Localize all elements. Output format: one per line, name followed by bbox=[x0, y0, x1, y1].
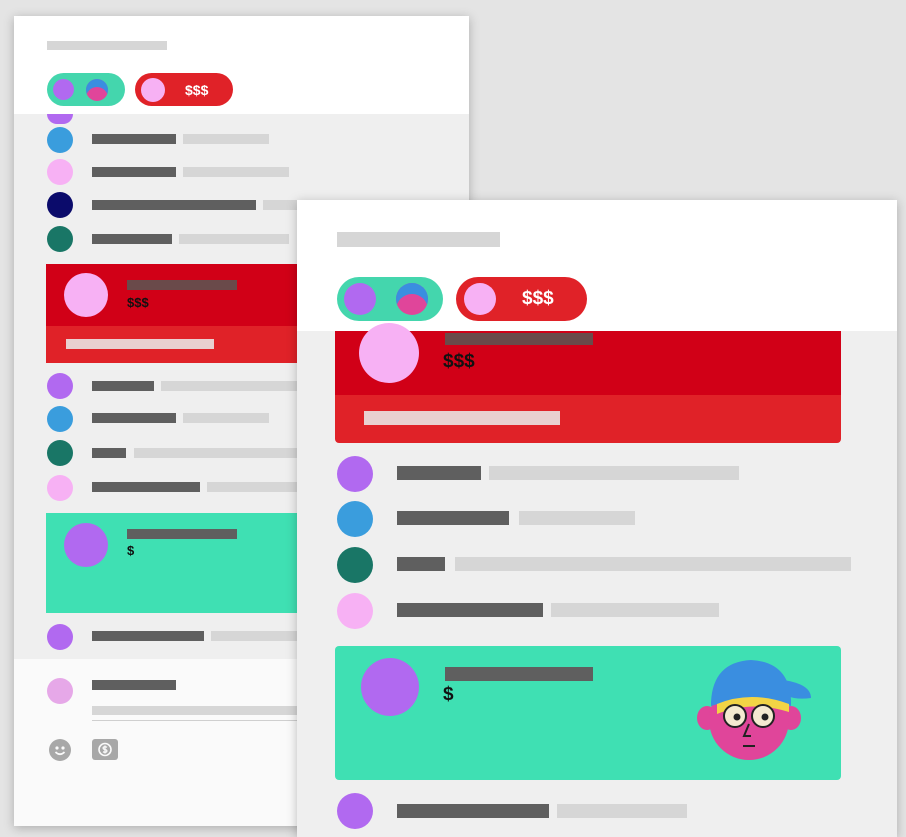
author-name bbox=[92, 631, 204, 641]
avatar bbox=[47, 127, 73, 153]
message-text bbox=[161, 381, 301, 391]
avatar bbox=[47, 192, 73, 218]
message-text bbox=[551, 603, 719, 617]
price-label: $$$ bbox=[522, 288, 554, 309]
author-name bbox=[127, 529, 237, 539]
emoji-icon[interactable] bbox=[49, 739, 71, 761]
author-name bbox=[92, 413, 176, 423]
super-chat-chip[interactable]: $$$ bbox=[135, 73, 233, 106]
dollar-icon[interactable] bbox=[92, 739, 118, 760]
avatar bbox=[337, 456, 373, 492]
amount: $ bbox=[127, 543, 135, 558]
author-name bbox=[92, 680, 176, 690]
author-name bbox=[92, 482, 200, 492]
character-avatar-icon bbox=[396, 283, 428, 315]
chat-title-placeholder bbox=[47, 41, 167, 50]
super-chat-chip[interactable]: $$$ bbox=[456, 277, 587, 321]
input-underline bbox=[92, 720, 302, 721]
author-name bbox=[445, 333, 593, 345]
avatar bbox=[337, 793, 373, 829]
message-text bbox=[455, 557, 851, 571]
message-text bbox=[557, 804, 687, 818]
author-name bbox=[127, 280, 237, 290]
chat-title-placeholder bbox=[337, 232, 500, 247]
super-chat-card-green: $ bbox=[46, 513, 308, 613]
message-text bbox=[183, 134, 269, 144]
message-text bbox=[207, 482, 297, 492]
chat-header: $$$ bbox=[14, 16, 469, 114]
character-illustration bbox=[697, 660, 811, 760]
author-name bbox=[397, 603, 543, 617]
message-text bbox=[179, 234, 289, 244]
message-text bbox=[183, 413, 269, 423]
message-text bbox=[489, 466, 739, 480]
amount: $ bbox=[443, 684, 454, 705]
message-text bbox=[66, 339, 214, 349]
chat-panel-front: $$$ $$$ $ bbox=[297, 200, 897, 837]
character-avatar-icon bbox=[86, 78, 108, 101]
author-name bbox=[397, 804, 549, 818]
message-text bbox=[134, 448, 300, 458]
message-input[interactable] bbox=[92, 706, 302, 715]
author-name bbox=[397, 557, 445, 571]
message-text bbox=[519, 511, 635, 525]
avatar bbox=[359, 323, 419, 383]
avatar bbox=[361, 658, 419, 716]
super-chat-card-green: $ bbox=[335, 646, 841, 780]
membership-chip[interactable] bbox=[47, 73, 125, 106]
avatar bbox=[337, 547, 373, 583]
price-label: $$$ bbox=[185, 81, 209, 98]
message-text bbox=[364, 411, 560, 425]
avatar bbox=[337, 501, 373, 537]
avatar bbox=[337, 593, 373, 629]
avatar bbox=[53, 79, 74, 100]
message-text bbox=[211, 631, 301, 641]
author-name bbox=[92, 167, 176, 177]
avatar bbox=[47, 440, 73, 466]
super-chat-card: $$$ bbox=[46, 264, 306, 363]
avatar bbox=[64, 273, 108, 317]
avatar bbox=[344, 283, 376, 315]
author-name bbox=[397, 466, 481, 480]
avatar bbox=[47, 406, 73, 432]
avatar bbox=[47, 475, 73, 501]
avatar bbox=[464, 283, 496, 315]
avatar bbox=[47, 159, 73, 185]
avatar bbox=[47, 624, 73, 650]
avatar bbox=[47, 114, 73, 124]
avatar bbox=[64, 523, 108, 567]
avatar bbox=[47, 373, 73, 399]
amount: $$$ bbox=[443, 351, 475, 372]
author-name bbox=[445, 667, 593, 681]
avatar bbox=[47, 226, 73, 252]
avatar bbox=[47, 678, 73, 704]
membership-chip[interactable] bbox=[337, 277, 443, 321]
avatar bbox=[141, 77, 165, 102]
chat-header: $$$ bbox=[297, 200, 897, 331]
super-chat-card: $$$ bbox=[335, 323, 841, 443]
author-name bbox=[92, 234, 172, 244]
author-name bbox=[397, 511, 509, 525]
message-text bbox=[183, 167, 289, 177]
author-name bbox=[92, 200, 256, 210]
author-name bbox=[92, 134, 176, 144]
author-name bbox=[92, 448, 126, 458]
amount: $$$ bbox=[127, 295, 149, 310]
author-name bbox=[92, 381, 154, 391]
